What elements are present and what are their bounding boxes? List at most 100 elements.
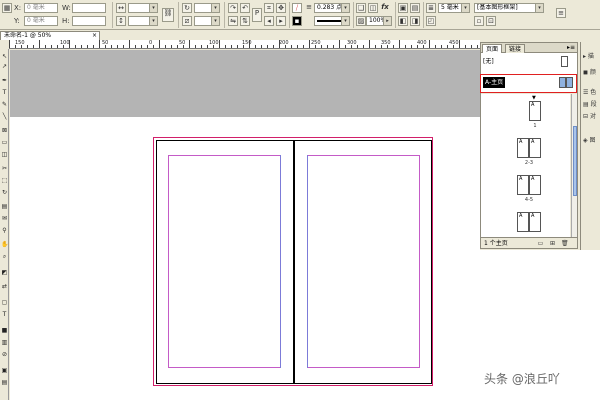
rotate-icon[interactable]: ↻ <box>182 3 192 13</box>
scale-x-icon[interactable]: ↔ <box>116 3 126 13</box>
ruler-tick <box>81 45 82 48</box>
tab-links[interactable]: 链接 <box>505 44 526 53</box>
page-thumb-3[interactable]: A <box>529 138 541 158</box>
normal-view-icon[interactable]: ▣ <box>1 367 8 374</box>
select-content-icon[interactable]: ✥ <box>276 3 286 13</box>
p-icon[interactable]: P <box>252 8 262 22</box>
formatting-text-icon[interactable]: T <box>1 311 8 318</box>
w-input[interactable] <box>72 3 106 13</box>
type-tool-icon[interactable]: T <box>1 89 8 96</box>
preview-view-icon[interactable]: ▤ <box>1 379 8 386</box>
separator <box>395 2 396 28</box>
line-tool-icon[interactable]: ╲ <box>1 113 8 120</box>
note-tool-icon[interactable]: ✉ <box>1 215 8 222</box>
frame-style-select[interactable]: [基本图形框架] ▾ <box>474 3 544 13</box>
formatting-container-icon[interactable]: ▢ <box>1 299 8 306</box>
stroke-weight-input[interactable]: 0.283 点 ▾ <box>314 3 350 13</box>
master-none-row[interactable]: [无] <box>483 56 494 68</box>
select-container-icon[interactable]: ⌗ <box>264 3 274 13</box>
rectangle-tool-icon[interactable]: ▭ <box>1 139 8 146</box>
corner-icon[interactable]: ◰ <box>426 16 436 26</box>
style-icon-2[interactable]: ⊡ <box>486 16 496 26</box>
apply-none-icon[interactable]: ⊘ <box>1 351 8 358</box>
dock-swatches-panel[interactable]: ☰ 色 <box>583 88 600 98</box>
direct-selection-tool-icon[interactable]: ↗ <box>1 63 8 70</box>
reference-point-icon[interactable]: ▦ <box>2 3 12 13</box>
gradient-tool-icon[interactable]: ▤ <box>1 203 8 210</box>
horizontal-ruler[interactable]: 150 100 50 0 50 100 150 200 250 300 350 … <box>9 40 480 49</box>
delete-page-icon[interactable]: 🗑 <box>561 240 569 247</box>
h-input[interactable] <box>72 16 106 26</box>
scale-y-input[interactable]: ▾ <box>128 16 158 26</box>
panel-menu-icon[interactable]: ▸≡ <box>567 44 575 52</box>
center-content-icon[interactable]: ◧ <box>398 16 408 26</box>
apply-gradient-icon[interactable]: ▥ <box>1 339 8 346</box>
fx-icon[interactable]: fx <box>380 3 390 13</box>
rotate-input[interactable]: ▾ <box>194 3 220 13</box>
document-tab[interactable]: 未命名-1 @ 50% × <box>0 31 100 40</box>
flip-h-icon[interactable]: ⇋ <box>228 16 238 26</box>
ruler-tick <box>393 45 394 48</box>
page-thumb-2[interactable]: A <box>517 138 529 158</box>
swap-colors-icon[interactable]: ⇄ <box>1 283 8 290</box>
fill-swatch-icon[interactable]: ⧸ <box>292 3 302 13</box>
hand-tool-icon[interactable]: ✋ <box>1 241 8 248</box>
page-size-icon[interactable]: ▭ <box>537 240 544 247</box>
text-wrap-icon[interactable]: ≣ <box>426 3 436 13</box>
control-menu-icon[interactable]: ≡ <box>556 8 566 18</box>
shear-input[interactable]: ▾ <box>194 16 220 26</box>
scale-y-icon[interactable]: ↕ <box>116 16 126 26</box>
dock-stroke-panel[interactable]: ▸ 描 <box>583 52 600 62</box>
pen-tool-icon[interactable]: ✒ <box>1 77 8 84</box>
fill-proportion-icon[interactable]: ◨ <box>410 16 420 26</box>
master-none-thumb[interactable] <box>561 56 568 67</box>
shear-icon[interactable]: ⧄ <box>182 16 192 26</box>
tab-pages[interactable]: 页面 <box>482 44 503 53</box>
ruler-number: 350 <box>381 40 391 46</box>
eyedropper-tool-icon[interactable]: ⚲ <box>1 227 8 234</box>
zoom-tool-icon[interactable]: ⌕ <box>1 253 8 260</box>
page-thumb-6[interactable]: A <box>517 212 529 232</box>
button-tool-icon[interactable]: ◫ <box>1 151 8 158</box>
fill-stroke-icon[interactable]: ◩ <box>1 269 8 276</box>
panel-scrollbar[interactable] <box>571 94 577 237</box>
rotate-cw-icon[interactable]: ↷ <box>228 3 238 13</box>
feather-icon[interactable]: ◫ <box>368 3 378 13</box>
free-transform-tool-icon[interactable]: ⬚ <box>1 177 8 184</box>
page-thumb-5[interactable]: A <box>529 175 541 195</box>
select-next-icon[interactable]: ▸ <box>276 16 286 26</box>
style-icon-1[interactable]: ▫ <box>474 16 484 26</box>
page-thumb-7[interactable]: A <box>529 212 541 232</box>
selection-tool-icon[interactable]: ↖ <box>1 53 8 60</box>
drop-shadow-icon[interactable]: ❑ <box>356 3 366 13</box>
dock-paragraph-panel[interactable]: ▤ 段 <box>583 100 600 110</box>
opacity-icon[interactable]: ▨ <box>356 16 366 26</box>
select-prev-icon[interactable]: ◂ <box>264 16 274 26</box>
new-page-icon[interactable]: ⊞ <box>549 240 556 247</box>
page-thumb-4[interactable]: A <box>517 175 529 195</box>
fit-frame-icon[interactable]: ▣ <box>398 3 408 13</box>
dock-color-panel[interactable]: ◼ 颜 <box>583 68 600 78</box>
scissors-tool-icon[interactable]: ✂ <box>1 165 8 172</box>
constrain-proportions-icon[interactable]: ⛓ <box>162 8 174 22</box>
scrollbar-thumb[interactable] <box>573 126 577 196</box>
dock-graphics-panel[interactable]: ◈ 图 <box>583 136 600 146</box>
close-icon[interactable]: × <box>92 32 97 40</box>
pencil-tool-icon[interactable]: ✎ <box>1 101 8 108</box>
stroke-type-select[interactable]: ▾ <box>314 16 350 26</box>
rotate-ccw-icon[interactable]: ↶ <box>240 3 250 13</box>
size-input[interactable]: 5 毫米 ▾ <box>438 3 470 13</box>
flip-v-icon[interactable]: ⇅ <box>240 16 250 26</box>
y-input[interactable]: 0 毫米 <box>24 16 58 26</box>
apply-color-icon[interactable]: ■ <box>1 327 8 334</box>
ruler-tick <box>303 45 304 48</box>
dock-align-panel[interactable]: ⊟ 对 <box>583 112 600 122</box>
fit-content-icon[interactable]: ▤ <box>410 3 420 13</box>
stroke-swatch-icon[interactable]: ▪ <box>292 16 302 26</box>
page-thumb-1[interactable]: A <box>529 101 541 121</box>
opacity-input[interactable]: 100% ▸ <box>366 16 392 26</box>
rectangle-frame-tool-icon[interactable]: ⊠ <box>1 127 8 134</box>
rotate-tool-icon[interactable]: ↻ <box>1 189 8 196</box>
scale-x-input[interactable]: ▾ <box>128 3 158 13</box>
x-input[interactable]: 0 毫米 <box>24 3 58 13</box>
